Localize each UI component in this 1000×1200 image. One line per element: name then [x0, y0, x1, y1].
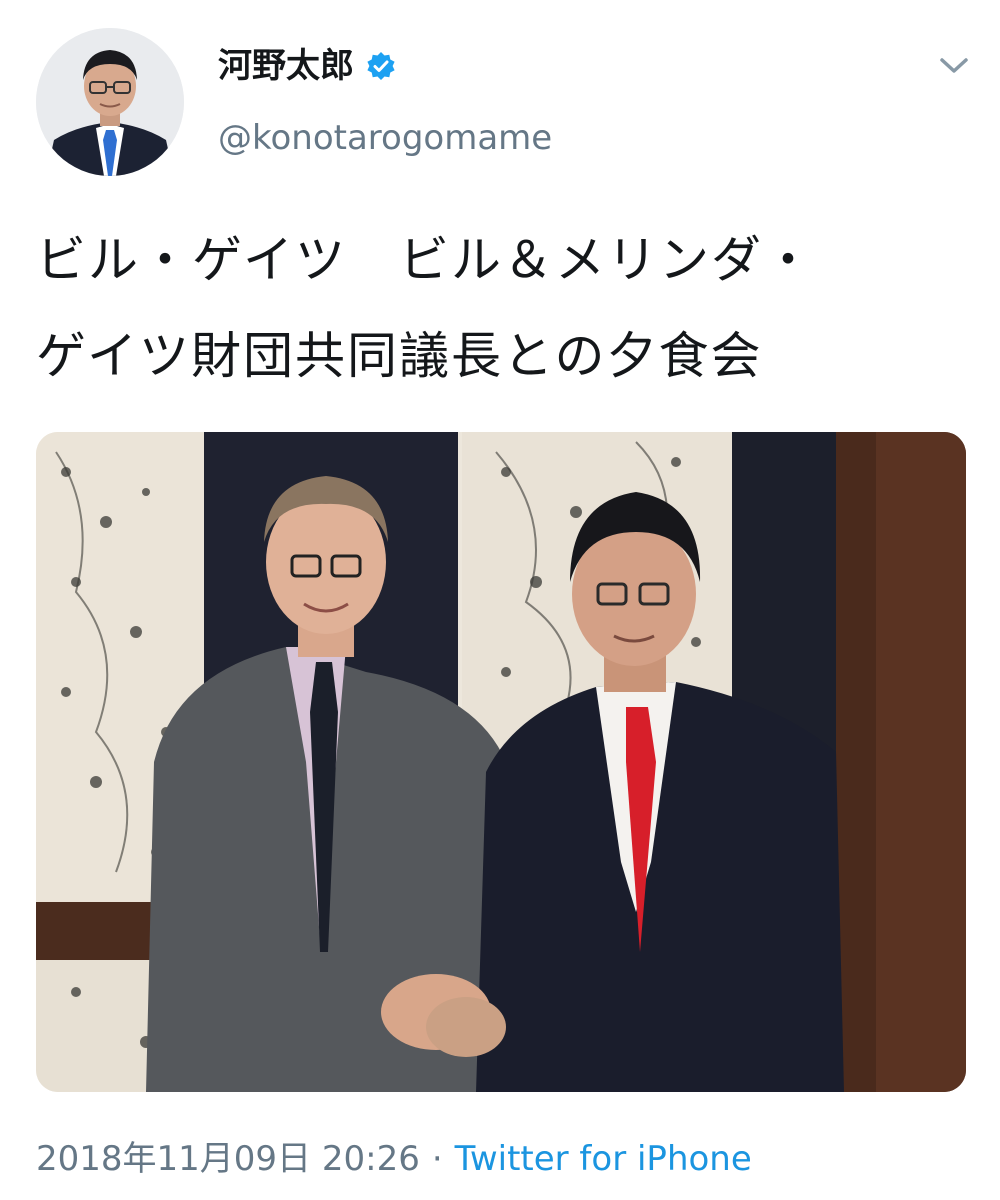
- user-name-row: 河野太郎: [218, 44, 396, 88]
- verified-badge-icon: [366, 51, 396, 81]
- display-name[interactable]: 河野太郎: [218, 44, 354, 88]
- tweet-card: 河野太郎 @konotarogomame ビル・ゲイツ ビル＆メリンダ・ ゲイツ…: [0, 0, 1000, 1200]
- tweet-text-line: ゲイツ財団共同議長との夕食会: [36, 327, 763, 385]
- chevron-down-icon[interactable]: [934, 50, 974, 82]
- tweet-text: ビル・ゲイツ ビル＆メリンダ・ ゲイツ財団共同議長との夕食会: [36, 212, 966, 404]
- tweet-timestamp[interactable]: 2018年11月09日 20:26: [36, 1136, 420, 1182]
- profile-photo: [36, 28, 184, 176]
- meta-separator: ·: [431, 1139, 443, 1179]
- avatar[interactable]: [36, 28, 184, 176]
- tweet-source-link[interactable]: Twitter for iPhone: [455, 1136, 752, 1182]
- tweet-photo[interactable]: [36, 432, 966, 1092]
- user-handle[interactable]: @konotarogomame: [218, 116, 552, 160]
- tweet-meta: 2018年11月09日 20:26 · Twitter for iPhone: [36, 1136, 752, 1182]
- tweet-text-line: ビル・ゲイツ ビル＆メリンダ・: [36, 231, 815, 289]
- handshake-photo: [36, 432, 966, 1092]
